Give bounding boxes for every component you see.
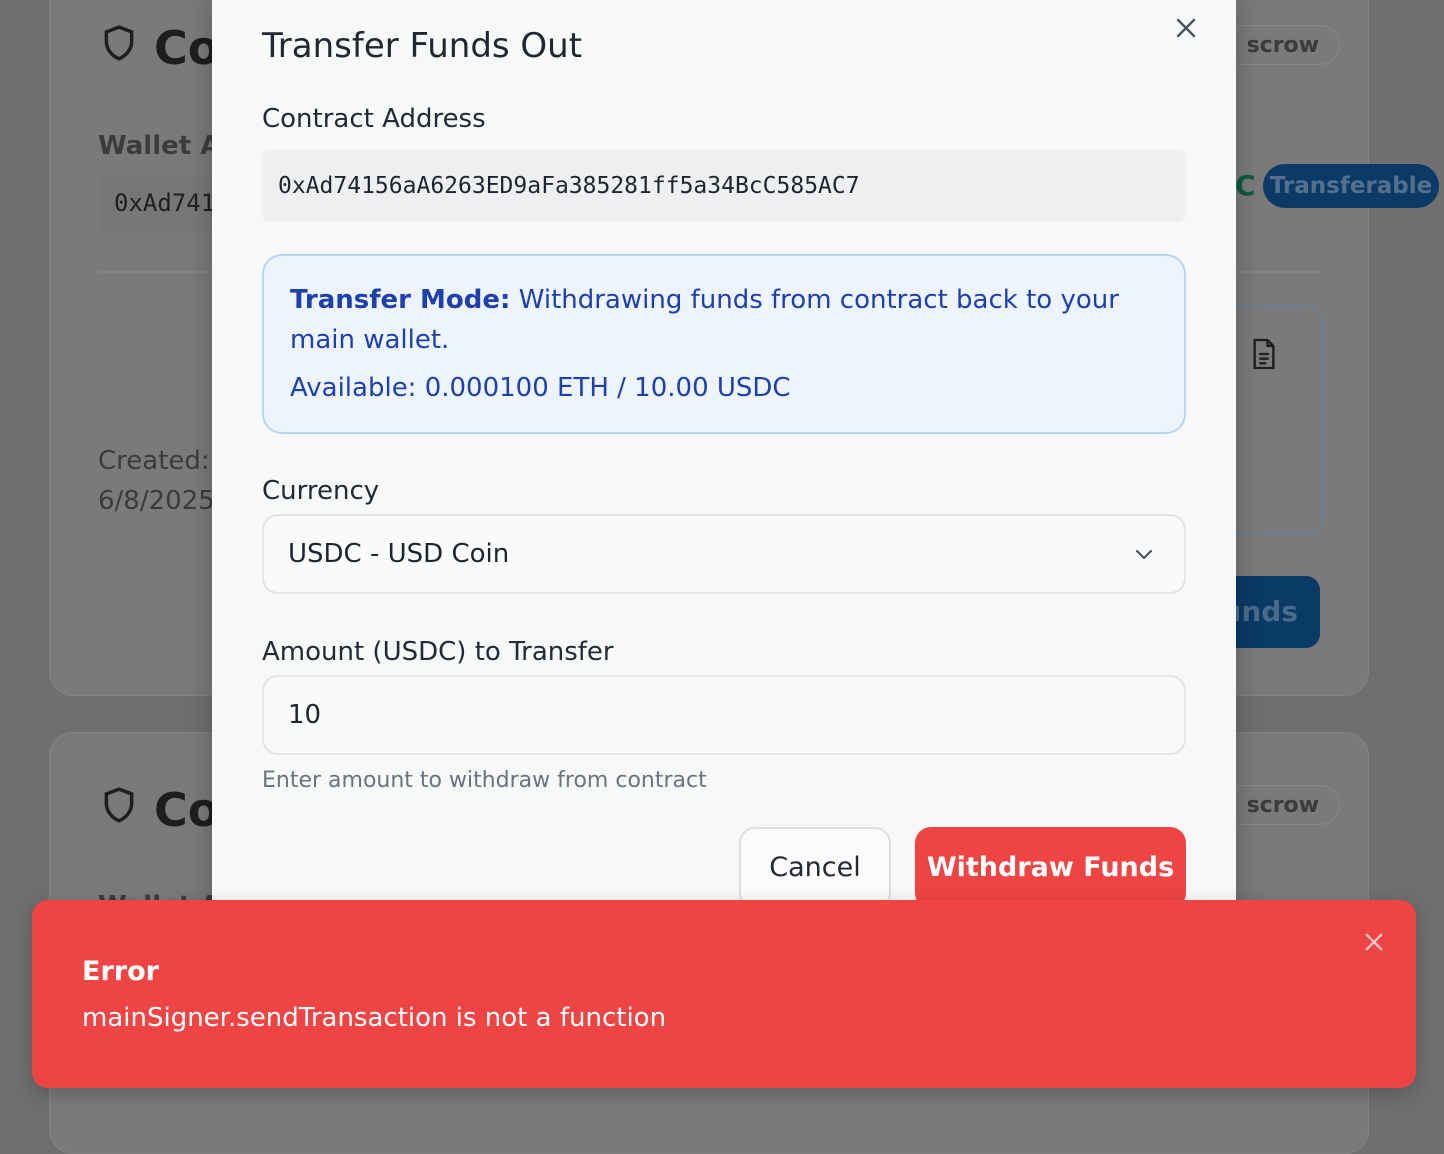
- shield-icon: [104, 25, 134, 61]
- chevron-down-icon: [1135, 549, 1153, 560]
- amount-label: Amount (USDC) to Transfer: [262, 637, 614, 667]
- shield-icon: [104, 787, 134, 823]
- amount-helper-text: Enter amount to withdraw from contract: [262, 768, 707, 793]
- amount-input[interactable]: 10: [262, 675, 1186, 755]
- toast-close-button[interactable]: [1360, 928, 1388, 956]
- card-title: Co: [154, 21, 220, 75]
- created-date: 6/8/2025: [98, 486, 215, 516]
- escrow-badge: scrow: [1220, 785, 1340, 825]
- transfer-modal: Transfer Funds Out Contract Address 0xAd…: [212, 0, 1236, 930]
- modal-close-button[interactable]: [1168, 10, 1204, 46]
- escrow-badge: scrow: [1220, 25, 1340, 65]
- transfer-mode-text: Transfer Mode: Withdrawing funds from co…: [290, 280, 1158, 360]
- transfer-mode-info: Transfer Mode: Withdrawing funds from co…: [262, 254, 1186, 434]
- created-label: Created:: [98, 446, 210, 476]
- document-icon: [1253, 338, 1275, 370]
- withdraw-funds-button[interactable]: Withdraw Funds: [915, 827, 1186, 909]
- available-balance: Available: 0.000100 ETH / 10.00 USDC: [290, 373, 791, 403]
- close-icon: [1176, 18, 1196, 38]
- transfer-mode-label: Transfer Mode:: [290, 285, 511, 315]
- currency-select[interactable]: USDC - USD Coin: [262, 514, 1186, 594]
- transferable-badge: Transferable: [1263, 164, 1439, 208]
- cancel-button[interactable]: Cancel: [739, 827, 891, 909]
- toast-message: mainSigner.sendTransaction is not a func…: [82, 1003, 667, 1033]
- currency-selected-value: USDC - USD Coin: [288, 539, 510, 569]
- toast-title: Error: [82, 956, 159, 987]
- contract-address-label: Contract Address: [262, 104, 486, 134]
- created-info: Created: 6/8/2025: [98, 441, 215, 521]
- currency-label: Currency: [262, 476, 380, 506]
- card-title: Co: [154, 783, 220, 837]
- contract-address-value: 0xAd74156aA6263ED9aFa385281ff5a34BcC585A…: [262, 150, 1186, 222]
- error-toast: Error mainSigner.sendTransaction is not …: [32, 900, 1416, 1088]
- modal-title: Transfer Funds Out: [262, 26, 583, 66]
- close-icon: [1365, 933, 1383, 951]
- currency-tag: C: [1235, 169, 1256, 202]
